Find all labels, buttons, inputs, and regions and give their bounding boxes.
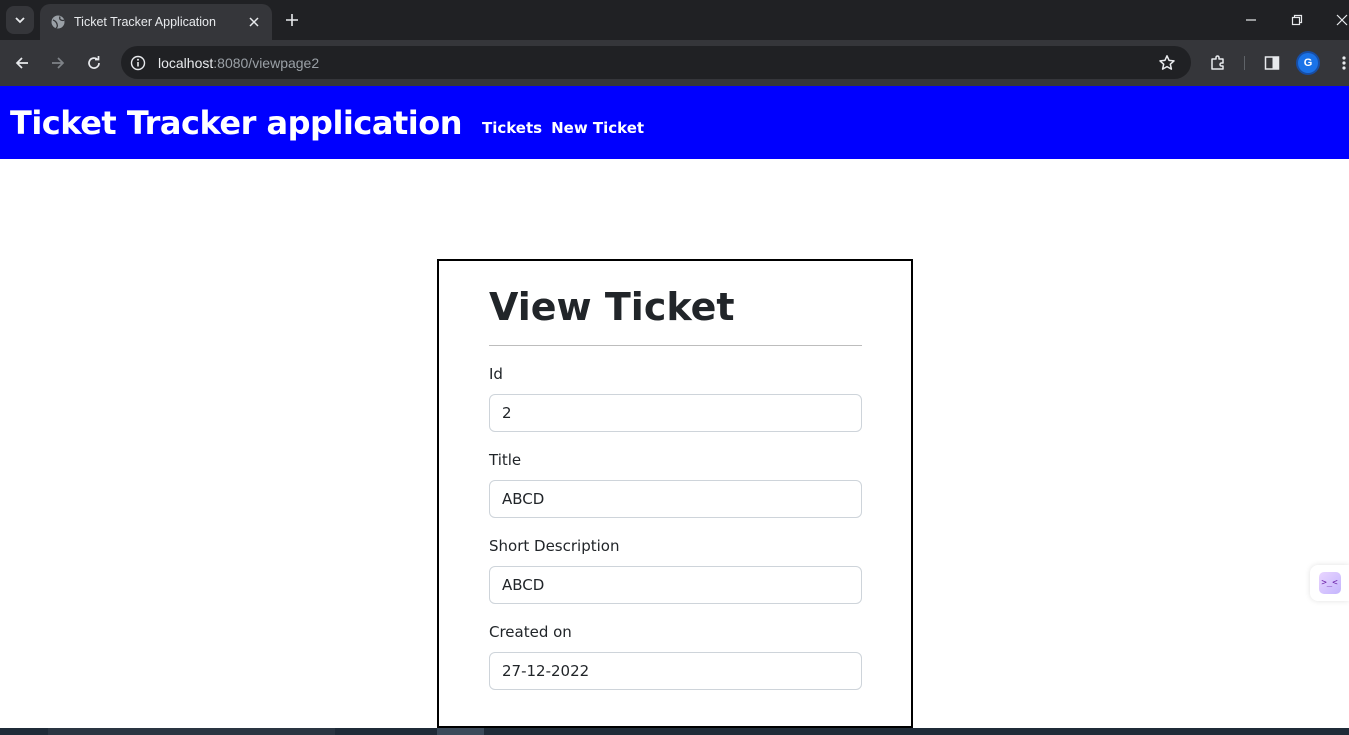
forward-arrow-icon[interactable] (46, 51, 70, 75)
extension-side-widget[interactable]: >_< (1310, 565, 1349, 601)
extension-widget-icon: >_< (1318, 572, 1341, 594)
profile-avatar[interactable]: G (1298, 53, 1318, 73)
minimize-icon[interactable] (1241, 10, 1261, 30)
app-brand[interactable]: Ticket Tracker application (10, 104, 462, 142)
reload-icon[interactable] (82, 51, 106, 75)
nav-link-tickets[interactable]: Tickets (482, 119, 542, 137)
title-label: Title (489, 451, 522, 469)
chevron-down-icon (15, 17, 25, 24)
back-arrow-icon[interactable] (10, 51, 34, 75)
tab-search-button[interactable] (6, 6, 34, 34)
globe-icon (50, 14, 66, 30)
os-taskbar (0, 728, 1349, 735)
view-ticket-card: View Ticket Id Title Short Description C… (437, 259, 913, 728)
taskbar-search-box[interactable] (48, 728, 335, 735)
created-on-label: Created on (489, 623, 572, 641)
extensions-puzzle-icon[interactable] (1206, 51, 1230, 75)
browser-toolbar: localhost:8080/viewpage2 G (0, 40, 1349, 86)
browser-tab-active[interactable]: Ticket Tracker Application (40, 4, 272, 40)
app-navbar: Ticket Tracker application Tickets New T… (0, 86, 1349, 159)
window-close-icon[interactable] (1332, 10, 1349, 30)
nav-link-new-ticket[interactable]: New Ticket (551, 119, 644, 137)
short-description-label: Short Description (489, 537, 620, 555)
short-description-field[interactable] (489, 566, 862, 604)
id-field[interactable] (489, 394, 862, 432)
new-tab-plus-icon[interactable] (282, 10, 302, 30)
site-info-icon[interactable] (129, 54, 147, 72)
address-bar[interactable]: localhost:8080/viewpage2 (121, 46, 1191, 79)
restore-icon[interactable] (1287, 10, 1307, 30)
kebab-menu-icon[interactable] (1332, 51, 1349, 75)
url-path: :8080/viewpage2 (213, 54, 320, 71)
browser-tabstrip: Ticket Tracker Application (0, 0, 1349, 40)
tab-title: Ticket Tracker Application (74, 15, 216, 29)
taskbar-active-app[interactable] (437, 728, 484, 735)
side-panel-icon[interactable] (1260, 51, 1284, 75)
created-on-field[interactable] (489, 652, 862, 690)
toolbar-divider (1244, 56, 1245, 70)
bookmark-star-icon[interactable] (1157, 53, 1177, 73)
id-label: Id (489, 365, 503, 383)
tab-close-icon[interactable] (246, 14, 262, 30)
page-title: View Ticket (489, 285, 735, 329)
title-field[interactable] (489, 480, 862, 518)
url-host: localhost (158, 54, 214, 71)
url-text: localhost:8080/viewpage2 (158, 55, 319, 71)
title-divider (489, 345, 862, 346)
